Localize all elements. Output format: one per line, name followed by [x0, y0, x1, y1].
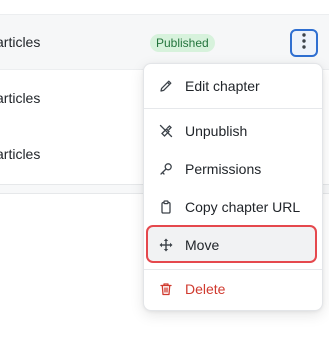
menu-item-label: Permissions	[185, 161, 262, 177]
status-badge: Published	[150, 34, 215, 52]
menu-item-label: Delete	[185, 281, 226, 297]
kebab-vertical-icon	[302, 32, 306, 54]
menu-item-label: Copy chapter URL	[185, 199, 301, 215]
menu-item-label: Move	[185, 237, 220, 253]
menu-divider	[144, 108, 322, 109]
menu-item-copy-chapter-url[interactable]: Copy chapter URL	[144, 190, 322, 224]
menu-item-unpublish[interactable]: Unpublish	[144, 114, 322, 148]
menu-item-move[interactable]: Move	[148, 228, 316, 262]
menu-item-delete[interactable]: Delete	[144, 272, 322, 306]
pencil-icon	[158, 78, 174, 94]
menu-divider	[144, 269, 322, 270]
unpublish-icon	[158, 123, 174, 139]
key-icon	[158, 161, 174, 177]
row-actions-menu: Edit chapter Unpublish Permissions Copy …	[143, 63, 323, 311]
clipboard-icon	[158, 199, 174, 215]
menu-item-permissions[interactable]: Permissions	[144, 152, 322, 186]
row-name[interactable]: articles	[0, 90, 40, 106]
move-arrows-icon	[158, 237, 174, 253]
row-actions-button[interactable]	[290, 29, 318, 57]
menu-item-edit-chapter[interactable]: Edit chapter	[144, 69, 322, 103]
row-name[interactable]: articles	[0, 146, 40, 162]
table-row[interactable]: articles Published	[0, 14, 329, 70]
chapters-view: articles Published articles articles Edi…	[0, 0, 329, 358]
menu-item-label: Edit chapter	[185, 78, 260, 94]
trash-icon	[158, 281, 174, 297]
menu-item-label: Unpublish	[185, 123, 248, 139]
row-name[interactable]: articles	[0, 34, 40, 50]
